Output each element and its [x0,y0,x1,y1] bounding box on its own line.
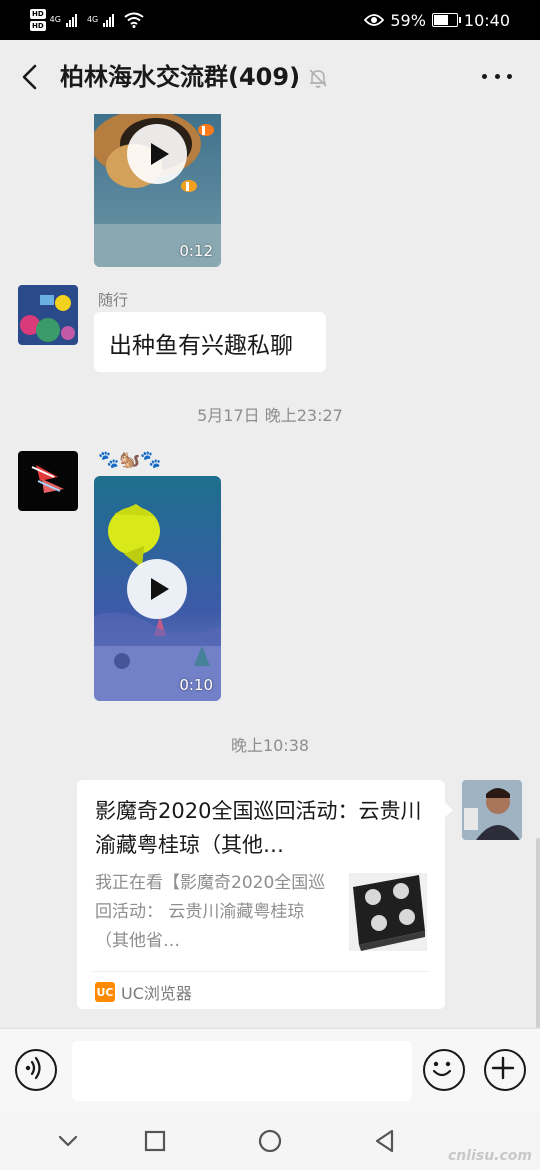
card-thumbnail [349,873,427,951]
sender-name: 随行 [98,291,129,309]
input-bar [0,1028,540,1113]
timestamp: 晚上10:38 [230,736,310,755]
status-bar: HD HD 4G 4G 59% 10:40 [0,0,540,40]
clock: 10:40 [463,10,510,30]
link-card-message[interactable]: 影魔奇2020全国巡回活动：云贵川渝藏粤桂琼（其他… 我正在看【影魔奇2020全… [77,780,453,1009]
more-functions-button[interactable] [484,1049,526,1091]
dot-icon [482,74,487,79]
emoji-button[interactable] [423,1049,465,1091]
card-source: UC UC浏览器 [95,980,192,1004]
voice-icon [25,1056,41,1079]
network-type: 4G [49,15,61,24]
back-triangle-icon[interactable] [370,1126,400,1156]
voice-input-button[interactable] [15,1049,57,1091]
video-message[interactable]: 0:10 [94,476,221,701]
chat-header: 柏林海水交流群(409) [0,40,540,114]
dot-icon [494,74,500,79]
avatar[interactable] [18,451,78,511]
recents-square-icon[interactable] [140,1126,170,1156]
battery-icon [431,13,461,27]
smiley-icon [432,1061,451,1076]
eye-icon [364,14,385,26]
back-arrow-icon[interactable] [16,62,44,92]
play-button[interactable] [127,559,187,619]
signal-icon [103,13,115,27]
avatar[interactable] [18,285,78,345]
signal-icon [65,13,77,27]
uc-browser-icon: UC [95,982,115,1002]
chat-title[interactable]: 柏林海水交流群(409) [60,59,300,95]
play-button[interactable] [127,124,187,184]
signal-group: HD HD 4G 4G [30,6,144,34]
network-type: 4G [86,15,99,24]
text-bubble[interactable]: 出种鱼有兴趣私聊 [94,312,326,372]
hd-badge: HD [30,9,46,19]
card-description: 我正在看【影魔奇2020全国巡回活动： 云贵川渝藏粤桂琼（其他省… [95,873,326,951]
card-title: 影魔奇2020全国巡回活动：云贵川渝藏粤桂琼（其他… [95,799,422,857]
plus-icon [491,1056,514,1079]
more-options-button[interactable] [482,74,512,82]
video-duration: 0:10 [179,676,213,694]
scrollbar[interactable] [536,838,540,1028]
video-message[interactable]: 0:12 [94,114,221,267]
source-label: UC浏览器 [121,984,192,1003]
card-divider [93,971,429,972]
status-right: 59% 10:40 [364,0,510,40]
video-duration: 0:12 [179,242,213,260]
wifi-icon [124,12,144,28]
mute-bell-icon [309,69,327,88]
message-text: 出种鱼有兴趣私聊 [109,333,293,359]
sender-name: 🐾🐿️🐾 [98,450,162,470]
my-avatar[interactable] [462,780,522,840]
message-input[interactable] [72,1041,412,1101]
dot-icon [507,74,512,79]
watermark: cnlisu.com [448,1148,532,1164]
home-circle-icon[interactable] [255,1126,285,1156]
system-nav-bar: cnlisu.com [0,1112,540,1170]
chevron-down-icon[interactable] [53,1126,83,1156]
battery-percent: 59% [390,10,426,30]
message-list[interactable]: 0:12 随行 出种鱼有兴趣私聊 5月17日 晚上23:27 🐾🐿️🐾 0:10… [0,114,540,1028]
timestamp: 5月17日 晚上23:27 [197,406,343,425]
hd-badge: HD [30,21,46,31]
